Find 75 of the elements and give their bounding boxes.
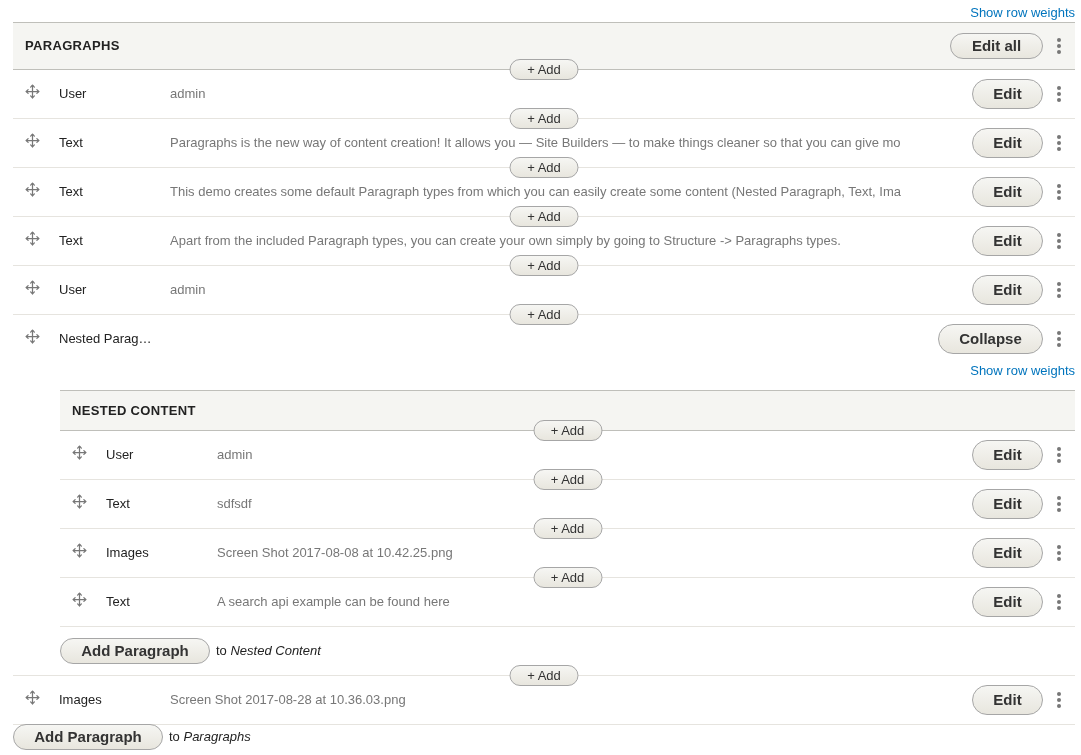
edit-button[interactable]: Edit [972,587,1043,617]
drag-handle-icon[interactable] [25,328,40,344]
edit-button[interactable]: Edit [972,538,1043,568]
paragraph-type: Text [59,134,83,153]
paragraph-summary: admin [170,85,206,104]
show-row-weights-link[interactable]: Show row weights [970,3,1075,22]
paragraph-summary: Paragraphs is the new way of content creation! It allows you — Site Builders — to make things cleaner so that you can give mo [170,134,901,153]
paragraph-summary: admin [170,281,206,300]
add-button[interactable]: + Add [533,469,602,490]
add-button[interactable]: + Add [533,518,602,539]
collapse-button[interactable]: Collapse [938,324,1043,354]
add-paragraph-target: to Nested Content [216,642,321,661]
drag-handle-icon[interactable] [25,279,40,295]
more-options-icon[interactable] [1056,544,1062,562]
show-row-weights-link[interactable]: Show row weights [970,361,1075,378]
drag-handle-icon[interactable] [72,542,87,558]
edit-button[interactable]: Edit [972,685,1043,715]
add-button[interactable]: + Add [533,420,602,441]
add-button[interactable]: + Add [509,59,579,80]
paragraph-summary: admin [217,446,253,465]
more-options-icon[interactable] [1056,134,1062,152]
add-button[interactable]: + Add [509,665,579,686]
paragraph-summary: Screen Shot 2017-08-28 at 10.36.03.png [170,691,406,710]
table-title: NESTED CONTENT [72,401,196,420]
edit-button[interactable]: Edit [972,226,1043,256]
add-button[interactable]: + Add [509,206,579,227]
edit-button[interactable]: Edit [972,275,1043,305]
add-button[interactable]: + Add [509,304,579,325]
more-options-icon[interactable] [1056,281,1062,299]
add-button[interactable]: + Add [509,157,579,178]
paragraph-type: Text [106,593,130,612]
add-paragraph-button[interactable]: Add Paragraph [60,638,210,664]
edit-button[interactable]: Edit [972,177,1043,207]
add-button[interactable]: + Add [533,567,602,588]
paragraph-summary: Apart from the included Paragraph types, you can create your own simply by going to Structure -> Paragraphs types. [170,232,841,251]
more-options-icon[interactable] [1056,495,1062,513]
add-button[interactable]: + Add [509,108,579,129]
edit-button[interactable]: Edit [972,489,1043,519]
paragraph-type: User [106,446,134,465]
drag-handle-icon[interactable] [25,689,40,705]
paragraph-type: Images [59,691,102,710]
paragraph-summary: A search api example can be found here [217,593,450,612]
paragraph-type: User [59,281,87,300]
edit-button[interactable]: Edit [972,128,1043,158]
paragraph-summary: Screen Shot 2017-08-08 at 10.42.25.png [217,544,453,563]
paragraph-summary: This demo creates some default Paragraph types from which you can easily create some content (Nested Paragraph, Text, Ima [170,183,901,202]
edit-all-button[interactable]: Edit all [950,33,1043,59]
more-options-icon[interactable] [1056,232,1062,250]
add-paragraph-target: to Paragraphs [169,728,251,747]
paragraph-type: Images [106,544,149,563]
more-options-icon[interactable] [1056,85,1062,103]
paragraph-type: Text [106,495,130,514]
edit-button[interactable]: Edit [972,79,1043,109]
drag-handle-icon[interactable] [72,591,87,607]
paragraph-type: Text [59,183,83,202]
drag-handle-icon[interactable] [25,230,40,246]
paragraph-summary: sdfsdf [217,495,252,514]
more-options-icon[interactable] [1056,593,1062,611]
more-options-icon[interactable] [1056,330,1062,348]
more-options-icon[interactable] [1056,446,1062,464]
add-paragraph-button[interactable]: Add Paragraph [13,724,163,750]
drag-handle-icon[interactable] [72,444,87,460]
more-options-icon[interactable] [1056,183,1062,201]
paragraph-type: Nested Parag… [59,330,152,349]
drag-handle-icon[interactable] [72,493,87,509]
more-options-icon[interactable] [1056,37,1062,55]
more-options-icon[interactable] [1056,691,1062,709]
paragraph-type: User [59,85,87,104]
paragraph-type: Text [59,232,83,251]
drag-handle-icon[interactable] [25,181,40,197]
edit-button[interactable]: Edit [972,440,1043,470]
drag-handle-icon[interactable] [25,132,40,148]
table-title: PARAGRAPHS [25,37,120,56]
drag-handle-icon[interactable] [25,83,40,99]
add-button[interactable]: + Add [509,255,579,276]
